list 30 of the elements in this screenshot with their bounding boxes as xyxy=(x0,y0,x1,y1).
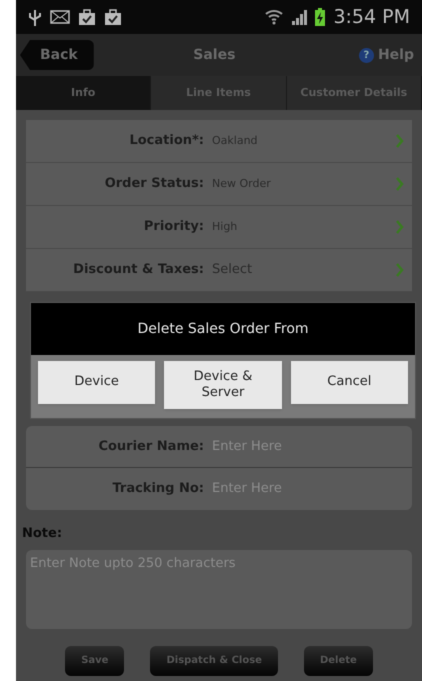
note-label: Note: xyxy=(22,525,64,543)
bag-check-icon xyxy=(78,8,96,26)
wifi-icon xyxy=(265,9,284,25)
dialog-button[interactable]: Device xyxy=(38,361,156,404)
chevron-icon xyxy=(396,263,404,277)
clock-time: 3:54 PM xyxy=(333,4,410,30)
battery-charging-icon xyxy=(315,8,326,26)
action-button[interactable]: Delete xyxy=(304,646,373,676)
chevron-icon xyxy=(396,134,404,148)
field-label: Order Status: xyxy=(104,175,204,194)
back-button[interactable]: Back xyxy=(20,40,94,70)
field-label: Courier Name: xyxy=(97,438,204,456)
signal-icon xyxy=(291,9,308,25)
chevron-icon xyxy=(396,177,404,191)
field-label: Tracking No: xyxy=(111,480,204,498)
dialog-button[interactable]: Cancel xyxy=(290,361,408,404)
dialog-button[interactable]: Device & Server xyxy=(164,361,282,409)
bag-check-icon xyxy=(104,8,122,26)
action-button[interactable]: Dispatch & Close xyxy=(150,646,278,676)
field-label: Location*: xyxy=(128,132,204,150)
help-button[interactable]: ? Help xyxy=(358,44,418,66)
usb-icon xyxy=(28,8,42,26)
chevron-icon xyxy=(396,220,404,234)
mail-icon xyxy=(50,10,70,24)
tab[interactable]: Info xyxy=(16,76,152,110)
field-label: Discount & Taxes: xyxy=(72,261,204,280)
screen-title: Sales xyxy=(192,46,236,64)
dialog-title: Delete Sales Order From xyxy=(31,303,415,355)
field-label: Priority: xyxy=(142,218,204,236)
action-button[interactable]: Save xyxy=(65,646,124,676)
